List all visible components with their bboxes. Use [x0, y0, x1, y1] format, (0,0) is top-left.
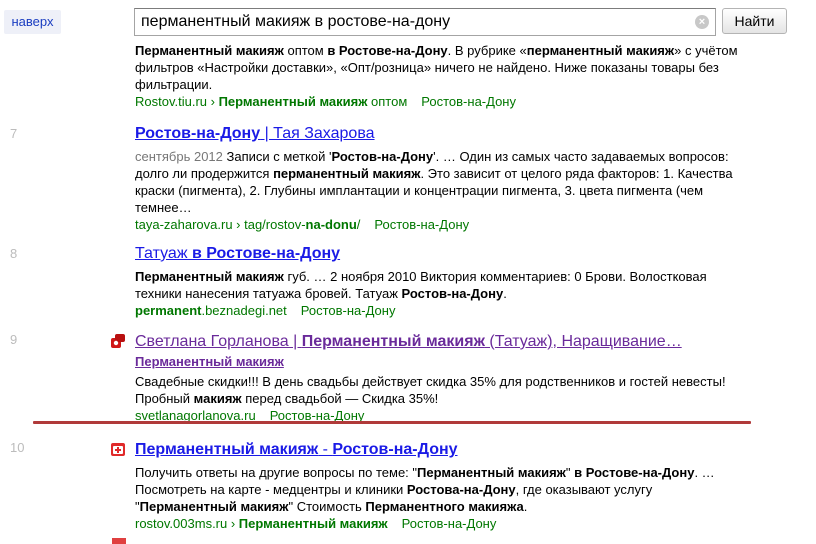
- result-snippet: Перманентный макияж губ. … 2 ноября 2010…: [135, 268, 745, 302]
- result-snippet: Получить ответы на другие вопросы по тем…: [135, 464, 745, 515]
- highlighted-term: Перманентный макияж: [135, 43, 284, 58]
- highlighted-term[interactable]: Ростов-на-Дону: [135, 125, 260, 142]
- highlighted-term[interactable]: в Ростове-на-Дону: [192, 245, 340, 262]
- highlighted-term[interactable]: Перманентный макияж: [239, 516, 388, 531]
- result-url[interactable]: rostov.003ms.ru › Перманентный макияж Рос…: [135, 515, 745, 532]
- result-snippet: Свадебные скидки!!! В день свадьбы дейст…: [135, 373, 745, 407]
- result-url[interactable]: Rostov.tiu.ru › Перманентный макияж опто…: [135, 93, 745, 110]
- result-url-text[interactable]: taya-zaharova.ru › tag/rostov-na-donu/: [135, 217, 360, 232]
- red-underline-mark: [33, 421, 751, 424]
- search-input[interactable]: [141, 12, 691, 32]
- favicon-icon: [111, 443, 125, 456]
- highlighted-term[interactable]: permanent: [135, 303, 201, 318]
- result-sitelink[interactable]: Перманентный макияж: [135, 353, 745, 370]
- text-segment: .: [503, 286, 507, 301]
- find-button[interactable]: Найти: [722, 8, 787, 34]
- text-segment[interactable]: /: [357, 217, 361, 232]
- text-segment[interactable]: Rostov.tiu.ru ›: [135, 94, 219, 109]
- text-segment: ": [565, 465, 575, 480]
- highlighted-term: Перманентный макияж: [139, 499, 289, 514]
- highlighted-term[interactable]: na-donu: [306, 217, 357, 232]
- text-segment[interactable]: .beznadegi.net: [201, 303, 286, 318]
- highlighted-term: Перманентный макияж: [135, 269, 284, 284]
- result-region[interactable]: Ростов-на-Дону: [421, 94, 516, 109]
- text-segment[interactable]: Светлана Горланова |: [135, 333, 302, 350]
- result-number: 9: [10, 332, 18, 347]
- text-segment[interactable]: rostov.003ms.ru ›: [135, 516, 239, 531]
- result-title-link[interactable]: Ростов-на-Дону | Тая Захарова: [135, 124, 745, 144]
- result-body: Татуаж в Ростове-на-Дону Перманентный ма…: [135, 244, 745, 319]
- text-segment: Получить ответы на другие вопросы по тем…: [135, 465, 418, 480]
- highlighted-term: Ростов-на-Дону: [401, 286, 504, 301]
- result-title-link[interactable]: Перманентный макияж - Ростов-на-Дону: [135, 440, 745, 460]
- result-title-link[interactable]: Светлана Горланова | Перманентный макияж…: [135, 332, 745, 352]
- highlighted-term: Ростов-на-Дону: [331, 149, 434, 164]
- result-body: Ростов-на-Дону | Тая Захарова сентябрь 2…: [135, 124, 745, 233]
- close-icon[interactable]: ×: [695, 15, 709, 29]
- back-to-top-link[interactable]: наверх: [4, 10, 61, 34]
- highlighted-term[interactable]: Перманентный макияж: [219, 94, 368, 109]
- highlighted-term: Ростова-на-Дону: [406, 482, 516, 497]
- search-header: наверх × Найти: [0, 0, 816, 40]
- highlighted-term: перманентный макияж: [273, 166, 421, 181]
- text-segment: .: [523, 499, 528, 514]
- highlighted-term: в Ростове-на-Дону: [574, 465, 695, 480]
- result-snippet-text: Записи с меткой 'Ростов-на-Дону'. … Один…: [135, 149, 733, 215]
- highlighted-term[interactable]: Перманентный макияж: [302, 333, 485, 350]
- result-number: 8: [10, 246, 18, 261]
- highlighted-term: макияж: [193, 391, 242, 406]
- result-region[interactable]: Ростов-на-Дону: [301, 303, 396, 318]
- highlighted-term[interactable]: Перманентный макияж: [135, 441, 318, 458]
- search-box[interactable]: ×: [134, 8, 716, 36]
- result-url[interactable]: permanent.beznadegi.net Ростов-на-Дону: [135, 302, 745, 319]
- text-segment[interactable]: | Тая Захарова: [260, 125, 375, 142]
- text-segment: . В рубрике «: [447, 43, 527, 58]
- text-segment: перед свадьбой — Скидка 35%!: [241, 391, 439, 406]
- favicon-icon: [111, 334, 125, 348]
- highlighted-term[interactable]: Ростов-на-Дону: [332, 441, 457, 458]
- highlighted-term: Перманентного макияжа: [365, 499, 524, 514]
- text-segment: оптом: [283, 43, 328, 58]
- result-region[interactable]: Ростов-на-Дону: [374, 217, 469, 232]
- result-url-text[interactable]: permanent.beznadegi.net: [135, 303, 287, 318]
- favicon-icon: [112, 538, 126, 544]
- text-segment: " Стоимость: [288, 499, 366, 514]
- result-snippet: сентябрь 2012 Записи с меткой 'Ростов-на…: [135, 148, 745, 216]
- text-segment[interactable]: taya-zaharova.ru › tag/rostov-: [135, 217, 306, 232]
- text-segment[interactable]: оптом: [367, 94, 407, 109]
- result-snippet: Перманентный макияж оптом в Ростове-на-Д…: [135, 42, 745, 93]
- result-number: 7: [10, 126, 18, 141]
- text-segment[interactable]: (Татуаж), Наращивание…: [485, 333, 681, 350]
- highlighted-term: перманентный макияж: [526, 43, 675, 58]
- result-body: Светлана Горланова | Перманентный макияж…: [135, 332, 745, 424]
- text-segment: Записи с меткой ': [222, 149, 332, 164]
- result-url-text[interactable]: Rostov.tiu.ru › Перманентный макияж опто…: [135, 94, 407, 109]
- result-body: Перманентный макияж - Ростов-на-Дону Пол…: [135, 440, 745, 532]
- result-url-text[interactable]: rostov.003ms.ru › Перманентный макияж: [135, 516, 388, 531]
- text-segment[interactable]: -: [318, 441, 332, 458]
- result-body: Перманентный макияж оптом в Ростове-на-Д…: [135, 42, 745, 110]
- result-title-link[interactable]: Татуаж в Ростове-на-Дону: [135, 244, 745, 264]
- highlighted-term: в Ростове-на-Дону: [327, 43, 448, 58]
- highlighted-term: Перманентный макияж: [417, 465, 566, 480]
- result-date: сентябрь 2012: [135, 149, 223, 164]
- result-url[interactable]: taya-zaharova.ru › tag/rostov-na-donu/Ро…: [135, 216, 745, 233]
- text-segment[interactable]: Татуаж: [135, 245, 192, 262]
- result-region[interactable]: Ростов-на-Дону: [402, 516, 497, 531]
- result-number: 10: [10, 440, 25, 455]
